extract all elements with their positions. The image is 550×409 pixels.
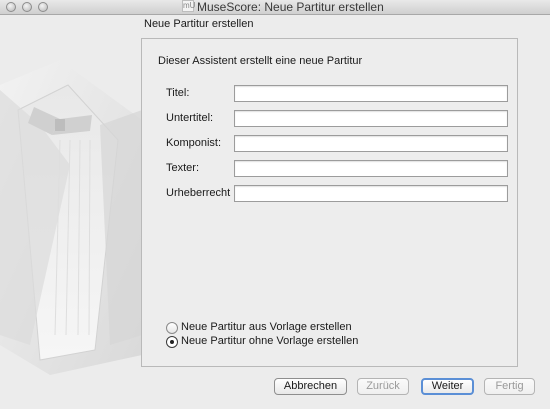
close-window-button[interactable] bbox=[6, 2, 16, 12]
title-label: Titel: bbox=[166, 87, 190, 99]
page-heading: Neue Partitur erstellen bbox=[144, 18, 254, 30]
title-input[interactable] bbox=[234, 85, 508, 102]
lyricist-label: Texter: bbox=[166, 162, 200, 174]
radio-without-template-indicator[interactable] bbox=[166, 336, 178, 348]
intro-text: Dieser Assistent erstellt eine neue Part… bbox=[158, 55, 363, 67]
composer-label: Komponist: bbox=[166, 137, 222, 149]
tuxedo-illustration bbox=[0, 15, 142, 409]
wizard-window: mU MuseScore: Neue Partitur erstellen Ne… bbox=[0, 0, 550, 409]
copyright-input[interactable] bbox=[234, 185, 508, 202]
zoom-window-button[interactable] bbox=[38, 2, 48, 12]
window-title: MuseScore: Neue Partitur erstellen bbox=[197, 0, 384, 14]
lyricist-input[interactable] bbox=[234, 160, 508, 177]
radio-from-template-label[interactable]: Neue Partitur aus Vorlage erstellen bbox=[181, 321, 352, 333]
minimize-window-button[interactable] bbox=[22, 2, 32, 12]
finish-button[interactable]: Fertig bbox=[484, 378, 535, 395]
cancel-button[interactable]: Abbrechen bbox=[274, 378, 347, 395]
musescore-app-icon: mU bbox=[182, 0, 196, 12]
subtitle-input[interactable] bbox=[234, 110, 508, 127]
radio-without-template-label[interactable]: Neue Partitur ohne Vorlage erstellen bbox=[181, 335, 358, 347]
radio-from-template-indicator[interactable] bbox=[166, 322, 178, 334]
composer-input[interactable] bbox=[234, 135, 508, 152]
title-bar: mU MuseScore: Neue Partitur erstellen bbox=[0, 0, 550, 15]
next-button[interactable]: Weiter bbox=[421, 378, 474, 395]
back-button[interactable]: Zurück bbox=[357, 378, 409, 395]
subtitle-label: Untertitel: bbox=[166, 112, 214, 124]
copyright-label: Urheberrecht bbox=[166, 187, 231, 199]
wizard-panel: Dieser Assistent erstellt eine neue Part… bbox=[141, 38, 518, 367]
